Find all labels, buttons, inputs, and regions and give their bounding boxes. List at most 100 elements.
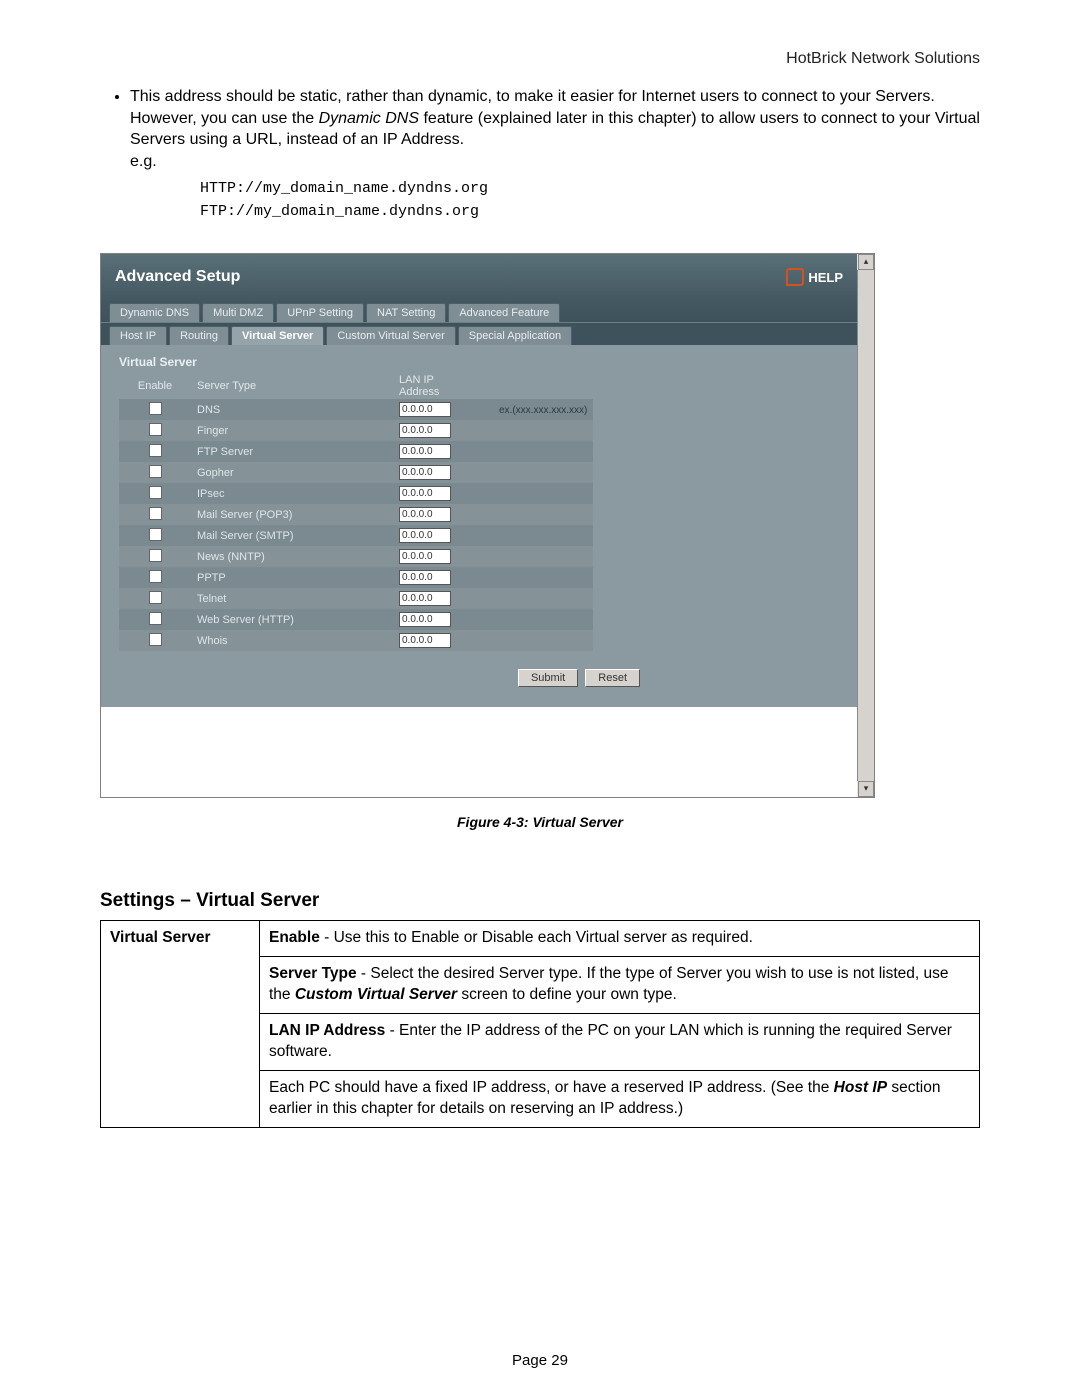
figure-caption: Figure 4-3: Virtual Server — [100, 814, 980, 830]
lan-ip-cell — [393, 546, 475, 567]
table-row: Mail Server (POP3) — [119, 504, 593, 525]
row-extra-cell — [475, 420, 593, 441]
enable-cell — [119, 399, 191, 420]
settings-table: Virtual Server Enable - Use this to Enab… — [100, 920, 980, 1127]
table-row: IPsec — [119, 483, 593, 504]
server-type-label: IPsec — [191, 483, 393, 504]
enable-cell — [119, 588, 191, 609]
lan-ip-cell — [393, 483, 475, 504]
settings-server-type-text2: screen to define your own type. — [457, 986, 677, 1003]
row-extra-cell — [475, 525, 593, 546]
tab-virtual-server[interactable]: Virtual Server — [231, 326, 324, 345]
enable-cell — [119, 525, 191, 546]
lan-ip-input[interactable] — [399, 633, 451, 648]
server-type-label: Mail Server (SMTP) — [191, 525, 393, 546]
enable-checkbox[interactable] — [149, 507, 162, 520]
intro-bullet-list: This address should be static, rather th… — [100, 86, 980, 223]
table-row: PPTP — [119, 567, 593, 588]
tab-custom-virtual-server[interactable]: Custom Virtual Server — [326, 326, 455, 345]
table-row: DNSex.(xxx.xxx.xxx.xxx) — [119, 399, 593, 420]
lan-ip-cell — [393, 609, 475, 630]
enable-checkbox[interactable] — [149, 402, 162, 415]
tab-host-ip[interactable]: Host IP — [109, 326, 167, 345]
settings-server-type-cell: Server Type - Select the desired Server … — [260, 957, 980, 1014]
lan-ip-input[interactable] — [399, 570, 451, 585]
app-header: Advanced Setup HELP — [101, 254, 857, 300]
server-type-label: Gopher — [191, 462, 393, 483]
enable-checkbox[interactable] — [149, 570, 162, 583]
lan-ip-input[interactable] — [399, 612, 451, 627]
tab-special-application[interactable]: Special Application — [458, 326, 572, 345]
enable-checkbox[interactable] — [149, 465, 162, 478]
lan-ip-input[interactable] — [399, 528, 451, 543]
page-number: Page 29 — [0, 1352, 1080, 1369]
enable-cell — [119, 441, 191, 462]
enable-checkbox[interactable] — [149, 633, 162, 646]
col-lan-ip: LAN IP Address — [393, 373, 475, 399]
settings-server-type-label: Server Type — [269, 965, 357, 982]
intro-eg: e.g. — [130, 153, 157, 170]
help-link[interactable]: HELP — [786, 268, 843, 286]
scroll-down-button[interactable]: ▾ — [858, 781, 874, 797]
row-extra-cell — [475, 546, 593, 567]
settings-enable-cell: Enable - Use this to Enable or Disable e… — [260, 921, 980, 957]
virtual-server-table: Enable Server Type LAN IP Address DNSex.… — [119, 373, 593, 651]
settings-lan-ip-cell: LAN IP Address - Enter the IP address of… — [260, 1014, 980, 1071]
app-title: Advanced Setup — [115, 268, 240, 286]
example-url-http: HTTP://my_domain_name.dyndns.org — [200, 178, 980, 201]
tab-multi-dmz[interactable]: Multi DMZ — [202, 303, 274, 322]
enable-checkbox[interactable] — [149, 549, 162, 562]
tab-routing[interactable]: Routing — [169, 326, 229, 345]
lan-ip-cell — [393, 525, 475, 546]
tab-upnp-setting[interactable]: UPnP Setting — [276, 303, 364, 322]
scroll-up-button[interactable]: ▴ — [858, 254, 874, 270]
enable-checkbox[interactable] — [149, 528, 162, 541]
tab-dynamic-dns[interactable]: Dynamic DNS — [109, 303, 200, 322]
example-url-ftp: FTP://my_domain_name.dyndns.org — [200, 201, 980, 224]
server-type-label: Finger — [191, 420, 393, 441]
enable-checkbox[interactable] — [149, 423, 162, 436]
lan-ip-input[interactable] — [399, 549, 451, 564]
scrollbar-track[interactable] — [857, 270, 874, 781]
enable-checkbox[interactable] — [149, 444, 162, 457]
help-label: HELP — [808, 270, 843, 285]
row-extra-cell: ex.(xxx.xxx.xxx.xxx) — [475, 399, 593, 420]
settings-enable-text: - Use this to Enable or Disable each Vir… — [320, 929, 753, 946]
screenshot-figure: ▴ ▾ Advanced Setup HELP Dynamic DNS Mult… — [100, 253, 875, 798]
lan-ip-cell — [393, 630, 475, 651]
table-row: Telnet — [119, 588, 593, 609]
app-container: Advanced Setup HELP Dynamic DNS Multi DM… — [101, 254, 857, 707]
col-server-type: Server Type — [191, 373, 393, 399]
lan-ip-input[interactable] — [399, 423, 451, 438]
tab-nat-setting[interactable]: NAT Setting — [366, 303, 446, 322]
settings-lan-ip-label: LAN IP Address — [269, 1022, 385, 1039]
row-extra-cell — [475, 588, 593, 609]
lan-ip-cell — [393, 504, 475, 525]
enable-checkbox[interactable] — [149, 486, 162, 499]
lan-ip-input[interactable] — [399, 402, 451, 417]
server-type-label: Telnet — [191, 588, 393, 609]
virtual-server-panel: Virtual Server Enable Server Type LAN IP… — [101, 345, 857, 707]
lan-ip-input[interactable] — [399, 591, 451, 606]
lan-ip-cell — [393, 399, 475, 420]
lan-ip-cell — [393, 420, 475, 441]
settings-host-ip-label: Host IP — [834, 1079, 887, 1096]
example-urls: HTTP://my_domain_name.dyndns.org FTP://m… — [200, 178, 980, 223]
lan-ip-input[interactable] — [399, 444, 451, 459]
lan-ip-input[interactable] — [399, 507, 451, 522]
enable-cell — [119, 567, 191, 588]
lan-ip-input[interactable] — [399, 465, 451, 480]
server-type-label: FTP Server — [191, 441, 393, 462]
server-type-label: News (NNTP) — [191, 546, 393, 567]
enable-checkbox[interactable] — [149, 591, 162, 604]
enable-checkbox[interactable] — [149, 612, 162, 625]
lan-ip-input[interactable] — [399, 486, 451, 501]
submit-button[interactable]: Submit — [518, 669, 578, 687]
settings-custom-vs-label: Custom Virtual Server — [295, 986, 457, 1003]
enable-cell — [119, 504, 191, 525]
reset-button[interactable]: Reset — [585, 669, 640, 687]
row-extra-cell — [475, 483, 593, 504]
tab-advanced-feature[interactable]: Advanced Feature — [448, 303, 560, 322]
row-extra-cell — [475, 609, 593, 630]
ip-format-example: ex.(xxx.xxx.xxx.xxx) — [481, 405, 587, 416]
